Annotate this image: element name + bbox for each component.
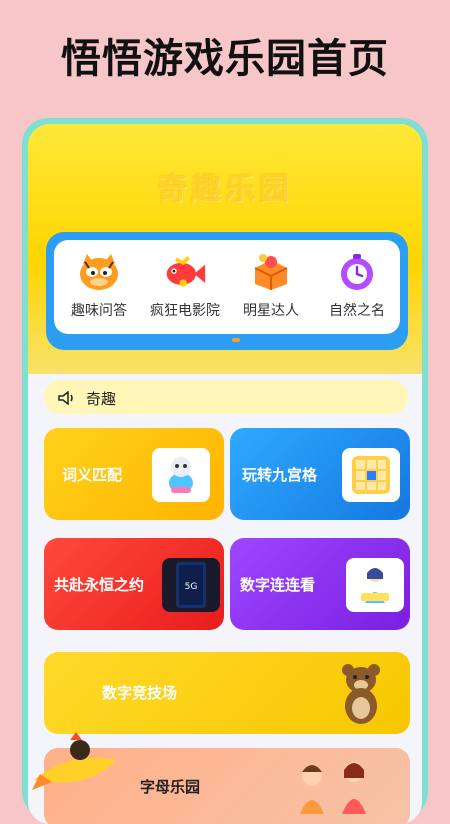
- page-indicator: [232, 338, 240, 342]
- card-label: 玩转九宫格: [242, 466, 318, 484]
- category-star[interactable]: 明星达人: [228, 250, 314, 330]
- page-headline: 悟悟游戏乐园首页: [61, 36, 389, 82]
- card-nine-grid[interactable]: 玩转九宫格: [230, 428, 410, 520]
- category-label: 趣味问答: [71, 303, 127, 319]
- phone-badge: 5G: [185, 582, 198, 592]
- speaker-icon: [58, 390, 74, 409]
- phone-5g-icon: 5G: [162, 558, 220, 612]
- grid-puzzle-icon: [342, 448, 400, 502]
- rocket-mascot-icon: [30, 730, 122, 800]
- category-nature[interactable]: 自然之名: [314, 250, 400, 330]
- card-label: 数字竞技场: [102, 684, 178, 702]
- category-label: 自然之名: [329, 303, 385, 319]
- hero-title: 奇趣乐园: [157, 172, 293, 207]
- category-panel-inner: 趣味问答 疯狂电影院 明星达人 自然之名: [54, 240, 400, 334]
- notice-bar[interactable]: 奇趣: [44, 380, 408, 414]
- notice-text: 奇趣: [86, 390, 117, 408]
- app-screen: 奇趣乐园 趣味问答 疯狂电影院 明星达人 自然之名 奇趣 词义匹配 玩转九宫格 …: [28, 124, 422, 824]
- category-label: 明星达人: [243, 303, 299, 319]
- kids-icon: [282, 754, 382, 824]
- card-number-arena[interactable]: 数字竞技场: [44, 652, 410, 734]
- cat-face-icon: [77, 250, 121, 294]
- fish-icon: [163, 250, 207, 294]
- robot-toy-icon: [152, 448, 210, 502]
- gift-box-icon: [249, 250, 293, 294]
- card-eternal-promise[interactable]: 共赴永恒之约 5G: [44, 538, 224, 630]
- category-label: 疯狂电影院: [150, 303, 220, 319]
- girl-reading-icon: [346, 558, 404, 612]
- stopwatch-icon: [335, 250, 379, 294]
- category-panel: 趣味问答 疯狂电影院 明星达人 自然之名: [46, 232, 408, 350]
- card-number-connect[interactable]: 数字连连看: [230, 538, 410, 630]
- phone-frame: 奇趣乐园 趣味问答 疯狂电影院 明星达人 自然之名 奇趣 词义匹配 玩转九宫格 …: [22, 118, 428, 824]
- card-label: 数字连连看: [240, 576, 316, 594]
- card-label: 字母乐园: [140, 778, 201, 796]
- category-quiz[interactable]: 趣味问答: [56, 250, 142, 330]
- card-label: 词义匹配: [62, 466, 123, 484]
- category-cinema[interactable]: 疯狂电影院: [142, 250, 228, 330]
- bear-icon: [334, 660, 388, 730]
- card-word-match[interactable]: 词义匹配: [44, 428, 224, 520]
- card-label: 共赴永恒之约: [54, 576, 145, 594]
